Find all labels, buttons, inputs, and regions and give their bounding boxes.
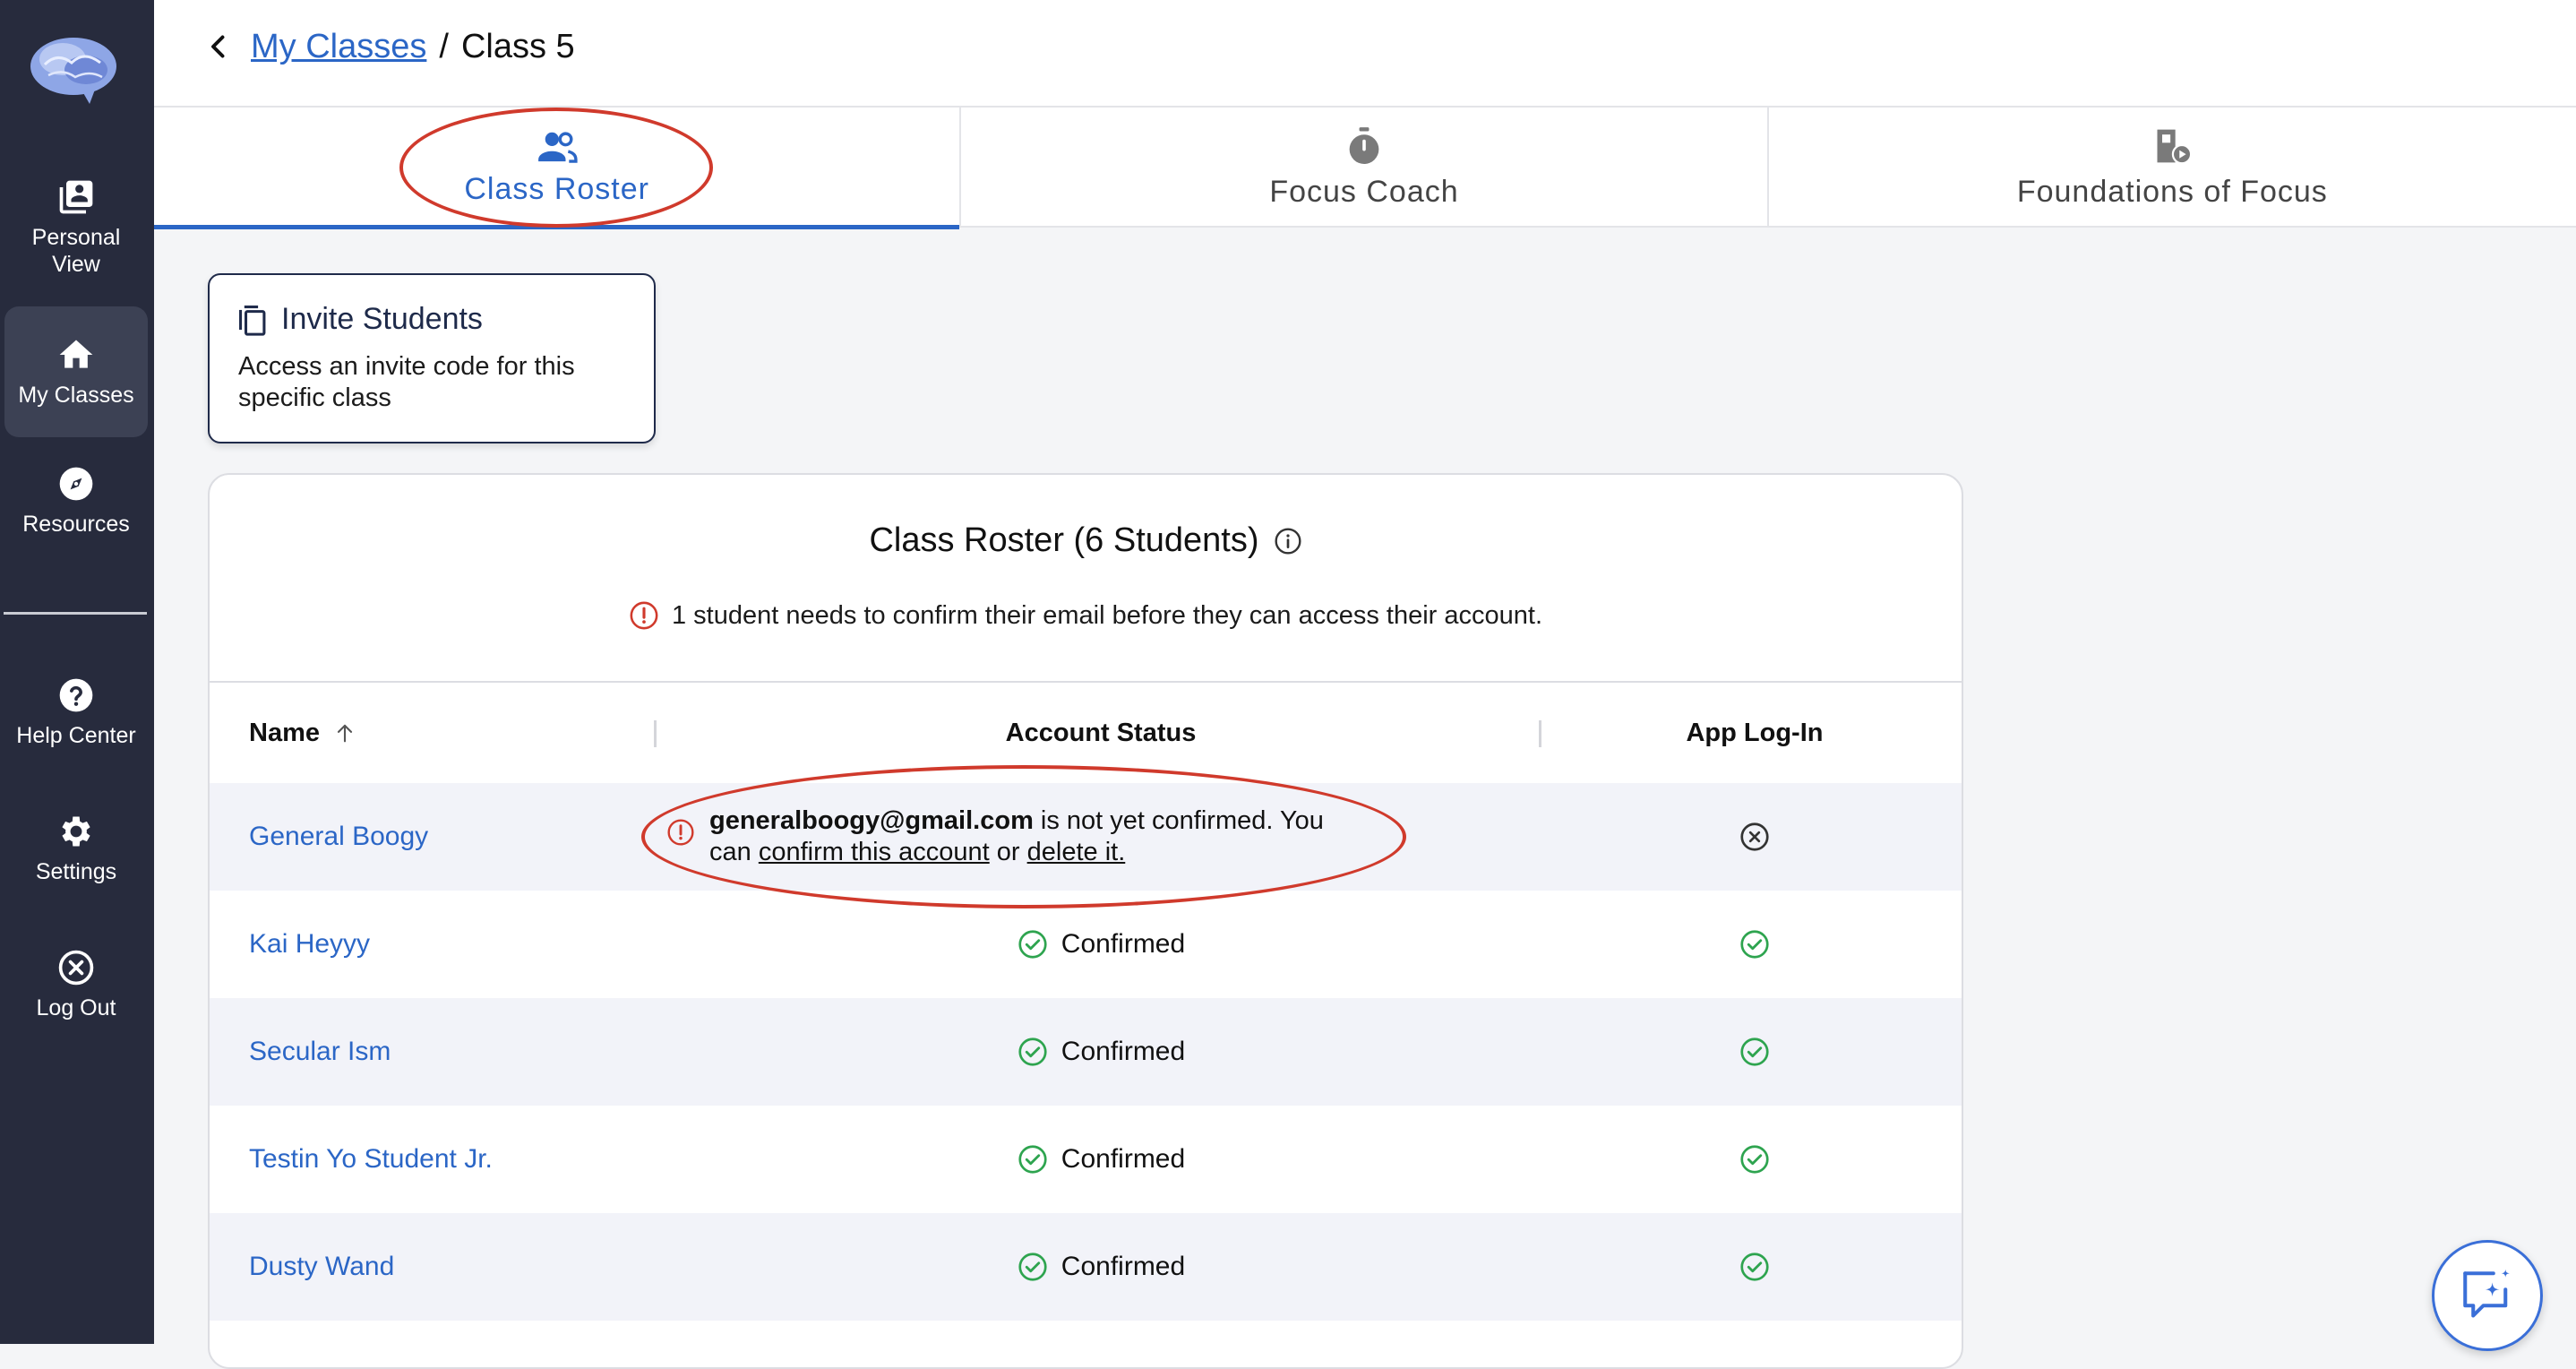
sidebar-item-label: Log Out <box>36 995 116 1020</box>
logout-icon <box>58 950 94 986</box>
sidebar: Personal View My Classes Resources Help … <box>0 0 154 1344</box>
sidebar-item-my-classes[interactable]: My Classes <box>4 306 148 437</box>
tab-label: Foundations of Focus <box>2016 174 2328 209</box>
account-status-cell: Confirmed <box>657 1106 1544 1213</box>
compass-icon <box>59 467 93 501</box>
sidebar-item-label: Personal View <box>31 225 121 277</box>
column-divider <box>1539 720 1541 747</box>
brain-logo-icon[interactable] <box>27 32 120 106</box>
top-bar: My Classes / Class 5 <box>154 0 2576 108</box>
sidebar-item-help-center[interactable]: Help Center <box>4 676 148 774</box>
status-text: Confirmed <box>1060 1144 1186 1174</box>
app-login-cell <box>1544 1106 1962 1213</box>
check-circle-icon <box>1018 930 1047 959</box>
student-name-link[interactable]: Testin Yo Student Jr. <box>249 1106 493 1213</box>
tab-foundations-of-focus[interactable]: Foundations of Focus <box>1769 108 2576 228</box>
annotation-oval-tab <box>399 108 713 228</box>
ai-chat-button[interactable] <box>2432 1240 2543 1351</box>
table-row: Secular Ism Confirmed <box>210 998 1962 1106</box>
column-divider <box>654 720 657 747</box>
sidebar-item-settings[interactable]: Settings <box>4 812 148 910</box>
check-circle-icon <box>1740 1145 1769 1174</box>
class-roster-panel: Class Roster (6 Students) 1 student need… <box>208 473 1963 1369</box>
gear-icon <box>62 816 90 847</box>
video-lesson-icon <box>2157 129 2193 164</box>
app-login-cell <box>1544 783 1962 891</box>
home-icon <box>59 340 93 368</box>
invite-card-description: Access an invite code for this specific … <box>238 352 575 412</box>
tab-focus-coach[interactable]: Focus Coach <box>961 108 1769 228</box>
sidebar-item-label: My Classes <box>18 383 134 408</box>
sidebar-item-log-out[interactable]: Log Out <box>4 948 148 1046</box>
breadcrumb-my-classes-link[interactable]: My Classes <box>251 25 426 68</box>
student-name-link[interactable]: Secular Ism <box>249 998 391 1106</box>
student-name-link[interactable]: Dusty Wand <box>249 1213 394 1321</box>
student-name-link[interactable]: Kai Heyyy <box>249 891 370 998</box>
table-row: Dusty Wand Confirmed <box>210 1213 1962 1321</box>
table-row: Testin Yo Student Jr. Confirmed <box>210 1106 1962 1213</box>
sidebar-item-label: Settings <box>35 859 117 884</box>
sort-ascending-icon[interactable] <box>332 720 357 745</box>
check-circle-icon <box>1018 1038 1047 1066</box>
sidebar-item-resources[interactable]: Resources <box>4 464 148 563</box>
info-icon[interactable] <box>1274 527 1302 555</box>
sidebar-item-label: Resources <box>22 512 130 537</box>
warning-icon <box>630 601 658 630</box>
person-view-icon <box>59 180 93 214</box>
check-circle-icon <box>1740 930 1769 959</box>
app-login-cell <box>1544 1213 1962 1321</box>
sidebar-item-personal-view[interactable]: Personal View <box>4 177 148 294</box>
invite-card-title: Invite Students <box>281 302 483 336</box>
account-status-cell: Confirmed <box>657 998 1544 1106</box>
help-icon <box>59 678 93 712</box>
annotation-oval-status <box>641 765 1406 908</box>
app-login-cell <box>1544 998 1962 1106</box>
breadcrumb: My Classes / Class 5 <box>251 25 575 68</box>
sidebar-divider <box>4 612 147 615</box>
check-circle-icon <box>1740 1038 1769 1066</box>
column-header-app-login[interactable]: App Log-In <box>1544 683 1962 783</box>
status-text: Confirmed <box>1060 1037 1186 1066</box>
status-text: Confirmed <box>1060 929 1186 959</box>
back-chevron-icon[interactable] <box>202 30 235 63</box>
tab-label: Focus Coach <box>1269 174 1459 209</box>
column-header-label: Name <box>249 718 320 747</box>
status-text: Confirmed <box>1060 1252 1186 1281</box>
stopwatch-icon <box>1349 126 1379 164</box>
check-circle-icon <box>1018 1145 1047 1174</box>
sidebar-item-label: Help Center <box>16 723 136 748</box>
breadcrumb-current: Class 5 <box>460 28 575 65</box>
x-circle-icon <box>1740 822 1769 851</box>
check-circle-icon <box>1740 1253 1769 1281</box>
roster-title-row: Class Roster (6 Students) <box>210 521 1962 560</box>
roster-title: Class Roster (6 Students) <box>869 521 1259 559</box>
column-header-name[interactable]: Name <box>249 683 357 783</box>
account-status-cell: Confirmed <box>657 1213 1544 1321</box>
student-name-link[interactable]: General Boogy <box>249 783 428 891</box>
invite-card-title-row: Invite Students <box>238 302 625 337</box>
app-login-cell <box>1544 891 1962 998</box>
breadcrumb-separator: / <box>439 28 449 65</box>
check-circle-icon <box>1018 1253 1047 1281</box>
copy-icon <box>239 305 266 336</box>
roster-warning-text: 1 student needs to confirm their email b… <box>671 600 1543 630</box>
sparkle-chat-icon <box>2463 1269 2510 1318</box>
roster-warning: 1 student needs to confirm their email b… <box>210 600 1962 631</box>
invite-students-card[interactable]: Invite Students Access an invite code fo… <box>208 273 656 443</box>
